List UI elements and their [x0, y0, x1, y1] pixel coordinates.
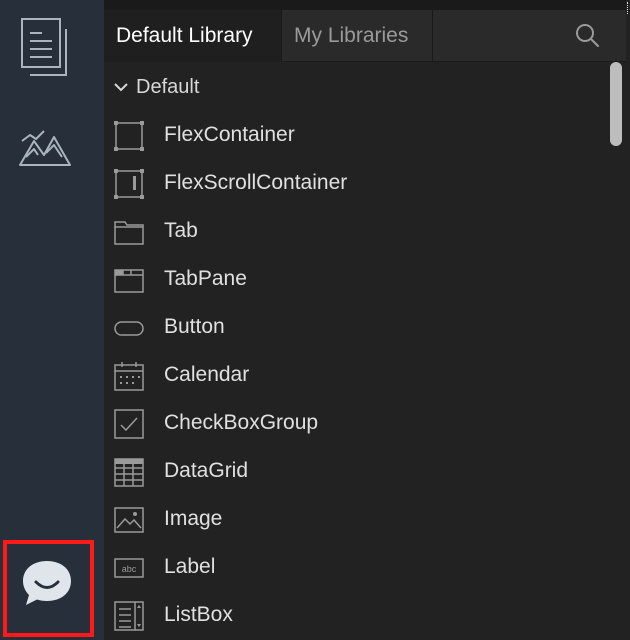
checkbox-icon: [114, 409, 144, 439]
tab-default-library[interactable]: Default Library: [104, 10, 282, 62]
chevron-down-icon: [114, 83, 128, 92]
pages-icon: [21, 18, 67, 76]
widget-item-flexcontainer[interactable]: FlexContainer: [104, 112, 604, 160]
chat-button[interactable]: [16, 552, 78, 614]
widget-label: FlexContainer: [164, 123, 295, 146]
widget-item-datagrid[interactable]: DataGrid: [104, 448, 604, 496]
widget-item-label[interactable]: abc Label: [104, 544, 604, 592]
left-rail: [0, 0, 104, 640]
widget-label: TabPane: [164, 267, 247, 290]
image-icon: [114, 507, 144, 533]
library-tabs: Default Library My Libraries: [104, 10, 626, 62]
widget-item-listbox[interactable]: ListBox: [104, 592, 604, 640]
mountain-icon: [19, 130, 71, 166]
widget-item-calendar[interactable]: Calendar: [104, 352, 604, 400]
search-icon[interactable]: [574, 22, 600, 48]
widget-item-flexscrollcontainer[interactable]: FlexScrollContainer: [104, 160, 604, 208]
widget-label: Button: [164, 315, 225, 338]
tab-icon: [114, 221, 144, 245]
section-default[interactable]: Default: [112, 72, 199, 102]
label-icon-text: abc: [122, 564, 137, 574]
panel-top-strip: [104, 0, 626, 10]
calendar-icon: [114, 362, 144, 391]
widget-item-image[interactable]: Image: [104, 496, 604, 544]
pages-button[interactable]: [14, 16, 76, 78]
flexcontainer-icon: [114, 121, 144, 151]
widget-item-button[interactable]: Button: [104, 304, 604, 352]
scroll-thumb[interactable]: [610, 62, 622, 146]
widget-list: FlexContainer FlexScrollContainer Tab Ta…: [104, 112, 604, 640]
datagrid-icon: [114, 458, 144, 487]
widget-library-panel: Default Library My Libraries Default Fle…: [104, 0, 630, 640]
scrollbar[interactable]: [610, 62, 622, 640]
widget-label: Label: [164, 555, 216, 578]
widget-label: Calendar: [164, 363, 250, 386]
widget-label: DataGrid: [164, 459, 249, 482]
widget-item-tabpane[interactable]: TabPane: [104, 256, 604, 304]
flexscrollcontainer-icon: [114, 169, 144, 199]
widget-label: ListBox: [164, 603, 233, 626]
widget-item-tab[interactable]: Tab: [104, 208, 604, 256]
widget-label: FlexScrollContainer: [164, 171, 348, 194]
widget-label: Tab: [164, 219, 198, 242]
tab-my-libraries[interactable]: My Libraries: [282, 10, 433, 62]
chat-bubble-icon: [23, 561, 71, 605]
tabpane-icon: [114, 269, 144, 293]
button-icon: [114, 321, 144, 336]
assets-button[interactable]: [14, 116, 76, 178]
listbox-icon: [114, 601, 144, 631]
label-icon: abc: [114, 558, 144, 578]
section-label: Default: [136, 75, 200, 98]
widget-label: CheckBoxGroup: [164, 411, 319, 434]
widget-label: Image: [164, 507, 223, 530]
widget-item-checkboxgroup[interactable]: CheckBoxGroup: [104, 400, 604, 448]
